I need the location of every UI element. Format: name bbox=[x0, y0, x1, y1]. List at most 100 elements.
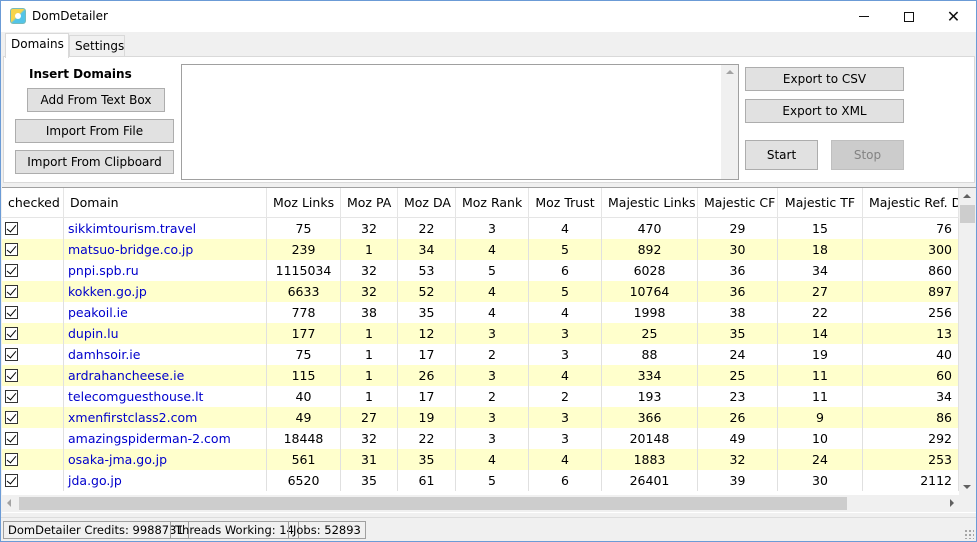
add-from-text-box-button[interactable]: Add From Text Box bbox=[27, 88, 165, 112]
row-checkbox[interactable] bbox=[5, 264, 18, 277]
column-header-moz-links[interactable]: Moz Links bbox=[267, 188, 341, 218]
column-header-moz-rank[interactable]: Moz Rank bbox=[456, 188, 529, 218]
table-row[interactable]: amazingspiderman-2.com 18448 32 22 3 3 20148 49… bbox=[2, 428, 959, 449]
horizontal-scrollbar[interactable] bbox=[2, 495, 959, 512]
column-header-moz-pa[interactable]: Moz PA bbox=[341, 188, 398, 218]
table-row[interactable]: telecomguesthouse.lt 40 1 17 2 2 193 23 11 34 bbox=[2, 386, 959, 407]
row-checkbox[interactable] bbox=[5, 348, 18, 361]
row-checked-cell[interactable] bbox=[2, 449, 64, 470]
row-checkbox[interactable] bbox=[5, 327, 18, 340]
import-from-clipboard-button[interactable]: Import From Clipboard bbox=[15, 150, 174, 174]
column-header-checked[interactable]: checked bbox=[2, 188, 64, 218]
metric-cell: 27 bbox=[341, 407, 398, 428]
title-bar[interactable]: DomDetailer ✕ bbox=[1, 1, 976, 32]
row-checked-cell[interactable] bbox=[2, 344, 64, 365]
domain-cell[interactable]: dupin.lu bbox=[64, 323, 267, 344]
table-row[interactable]: sikkimtourism.travel 75 32 22 3 4 470 29 15 76 bbox=[2, 218, 959, 239]
scroll-left-icon[interactable] bbox=[7, 499, 11, 507]
domain-cell[interactable]: damhsoir.ie bbox=[64, 344, 267, 365]
row-checkbox[interactable] bbox=[5, 285, 18, 298]
domain-cell[interactable]: peakoil.ie bbox=[64, 302, 267, 323]
start-button[interactable]: Start bbox=[745, 140, 818, 170]
metric-cell: 22 bbox=[398, 428, 456, 449]
row-checked-cell[interactable] bbox=[2, 281, 64, 302]
table-row[interactable]: jda.go.jp 6520 35 61 5 6 26401 39 30 2112 bbox=[2, 470, 959, 491]
domains-grid[interactable]: checked Domain Moz Links Moz PA Moz DA Moz Ra… bbox=[2, 187, 976, 513]
metric-cell: 4 bbox=[456, 302, 529, 323]
metric-cell: 2 bbox=[529, 386, 602, 407]
metric-cell: 18448 bbox=[267, 428, 341, 449]
scroll-up-icon[interactable] bbox=[726, 70, 734, 74]
tab-strip: Domains Settings bbox=[3, 33, 973, 58]
domain-cell[interactable]: matsuo-bridge.co.jp bbox=[64, 239, 267, 260]
row-checkbox[interactable] bbox=[5, 390, 18, 403]
column-header-majestic-cf[interactable]: Majestic CF bbox=[698, 188, 778, 218]
row-checkbox[interactable] bbox=[5, 474, 18, 487]
table-row[interactable]: dupin.lu 177 1 12 3 3 25 35 14 13 bbox=[2, 323, 959, 344]
row-checked-cell[interactable] bbox=[2, 323, 64, 344]
row-checked-cell[interactable] bbox=[2, 302, 64, 323]
domain-cell[interactable]: ardrahancheese.ie bbox=[64, 365, 267, 386]
stop-button[interactable]: Stop bbox=[831, 140, 904, 170]
domain-cell[interactable]: kokken.go.jp bbox=[64, 281, 267, 302]
column-header-domain[interactable]: Domain bbox=[64, 188, 267, 218]
export-csv-button[interactable]: Export to CSV bbox=[745, 67, 904, 91]
table-row[interactable]: damhsoir.ie 75 1 17 2 3 88 24 19 40 bbox=[2, 344, 959, 365]
domain-cell[interactable]: pnpi.spb.ru bbox=[64, 260, 267, 281]
horizontal-scroll-thumb[interactable] bbox=[19, 497, 847, 510]
import-from-file-button[interactable]: Import From File bbox=[15, 119, 174, 143]
export-xml-button[interactable]: Export to XML bbox=[745, 99, 904, 123]
tab-domains[interactable]: Domains bbox=[5, 33, 69, 58]
metric-cell: 4 bbox=[529, 302, 602, 323]
domain-cell[interactable]: osaka-jma.go.jp bbox=[64, 449, 267, 470]
scroll-down-icon[interactable] bbox=[963, 485, 971, 489]
table-row[interactable]: kokken.go.jp 6633 32 52 4 5 10764 36 27 897 bbox=[2, 281, 959, 302]
domain-cell[interactable]: sikkimtourism.travel bbox=[64, 218, 267, 239]
row-checked-cell[interactable] bbox=[2, 470, 64, 491]
row-checkbox[interactable] bbox=[5, 369, 18, 382]
insert-domains-label: Insert Domains bbox=[29, 67, 132, 81]
metric-cell: 193 bbox=[602, 386, 698, 407]
metric-cell: 3 bbox=[529, 323, 602, 344]
domain-cell[interactable]: amazingspiderman-2.com bbox=[64, 428, 267, 449]
table-row[interactable]: xmenfirstclass2.com 49 27 19 3 3 366 26 9 86 bbox=[2, 407, 959, 428]
row-checked-cell[interactable] bbox=[2, 407, 64, 428]
tab-settings[interactable]: Settings bbox=[69, 35, 125, 57]
textbox-scrollbar[interactable] bbox=[721, 65, 738, 179]
row-checkbox[interactable] bbox=[5, 453, 18, 466]
metric-cell: 4 bbox=[456, 281, 529, 302]
minimize-button[interactable] bbox=[841, 1, 886, 32]
row-checked-cell[interactable] bbox=[2, 365, 64, 386]
column-header-moz-da[interactable]: Moz DA bbox=[398, 188, 456, 218]
table-row[interactable]: osaka-jma.go.jp 561 31 35 4 4 1883 32 24 253 bbox=[2, 449, 959, 470]
row-checked-cell[interactable] bbox=[2, 428, 64, 449]
vertical-scroll-thumb[interactable] bbox=[960, 205, 975, 223]
column-header-majestic-tf[interactable]: Majestic TF bbox=[778, 188, 863, 218]
table-row[interactable]: pnpi.spb.ru 1115034 32 53 5 6 6028 36 34 860 bbox=[2, 260, 959, 281]
column-header-moz-trust[interactable]: Moz Trust bbox=[529, 188, 602, 218]
row-checked-cell[interactable] bbox=[2, 218, 64, 239]
row-checkbox[interactable] bbox=[5, 432, 18, 445]
row-checked-cell[interactable] bbox=[2, 386, 64, 407]
column-header-majestic-ref-d[interactable]: Majestic Ref. D bbox=[863, 188, 959, 218]
table-row[interactable]: peakoil.ie 778 38 35 4 4 1998 38 22 256 bbox=[2, 302, 959, 323]
row-checked-cell[interactable] bbox=[2, 260, 64, 281]
row-checkbox[interactable] bbox=[5, 243, 18, 256]
row-checkbox[interactable] bbox=[5, 306, 18, 319]
close-button[interactable]: ✕ bbox=[931, 1, 976, 32]
domains-textbox[interactable] bbox=[181, 64, 739, 180]
column-header-majestic-links[interactable]: Majestic Links bbox=[602, 188, 698, 218]
table-row[interactable]: ardrahancheese.ie 115 1 26 3 4 334 25 11 60 bbox=[2, 365, 959, 386]
maximize-button[interactable] bbox=[886, 1, 931, 32]
row-checked-cell[interactable] bbox=[2, 239, 64, 260]
vertical-scrollbar[interactable] bbox=[959, 188, 976, 495]
domain-cell[interactable]: jda.go.jp bbox=[64, 470, 267, 491]
scroll-right-icon[interactable] bbox=[950, 499, 954, 507]
scroll-up-icon[interactable] bbox=[963, 194, 971, 198]
table-row[interactable]: matsuo-bridge.co.jp 239 1 34 4 5 892 30 18 300 bbox=[2, 239, 959, 260]
row-checkbox[interactable] bbox=[5, 222, 18, 235]
row-checkbox[interactable] bbox=[5, 411, 18, 424]
domain-cell[interactable]: xmenfirstclass2.com bbox=[64, 407, 267, 428]
domain-cell[interactable]: telecomguesthouse.lt bbox=[64, 386, 267, 407]
resize-grip-icon[interactable] bbox=[964, 529, 974, 539]
